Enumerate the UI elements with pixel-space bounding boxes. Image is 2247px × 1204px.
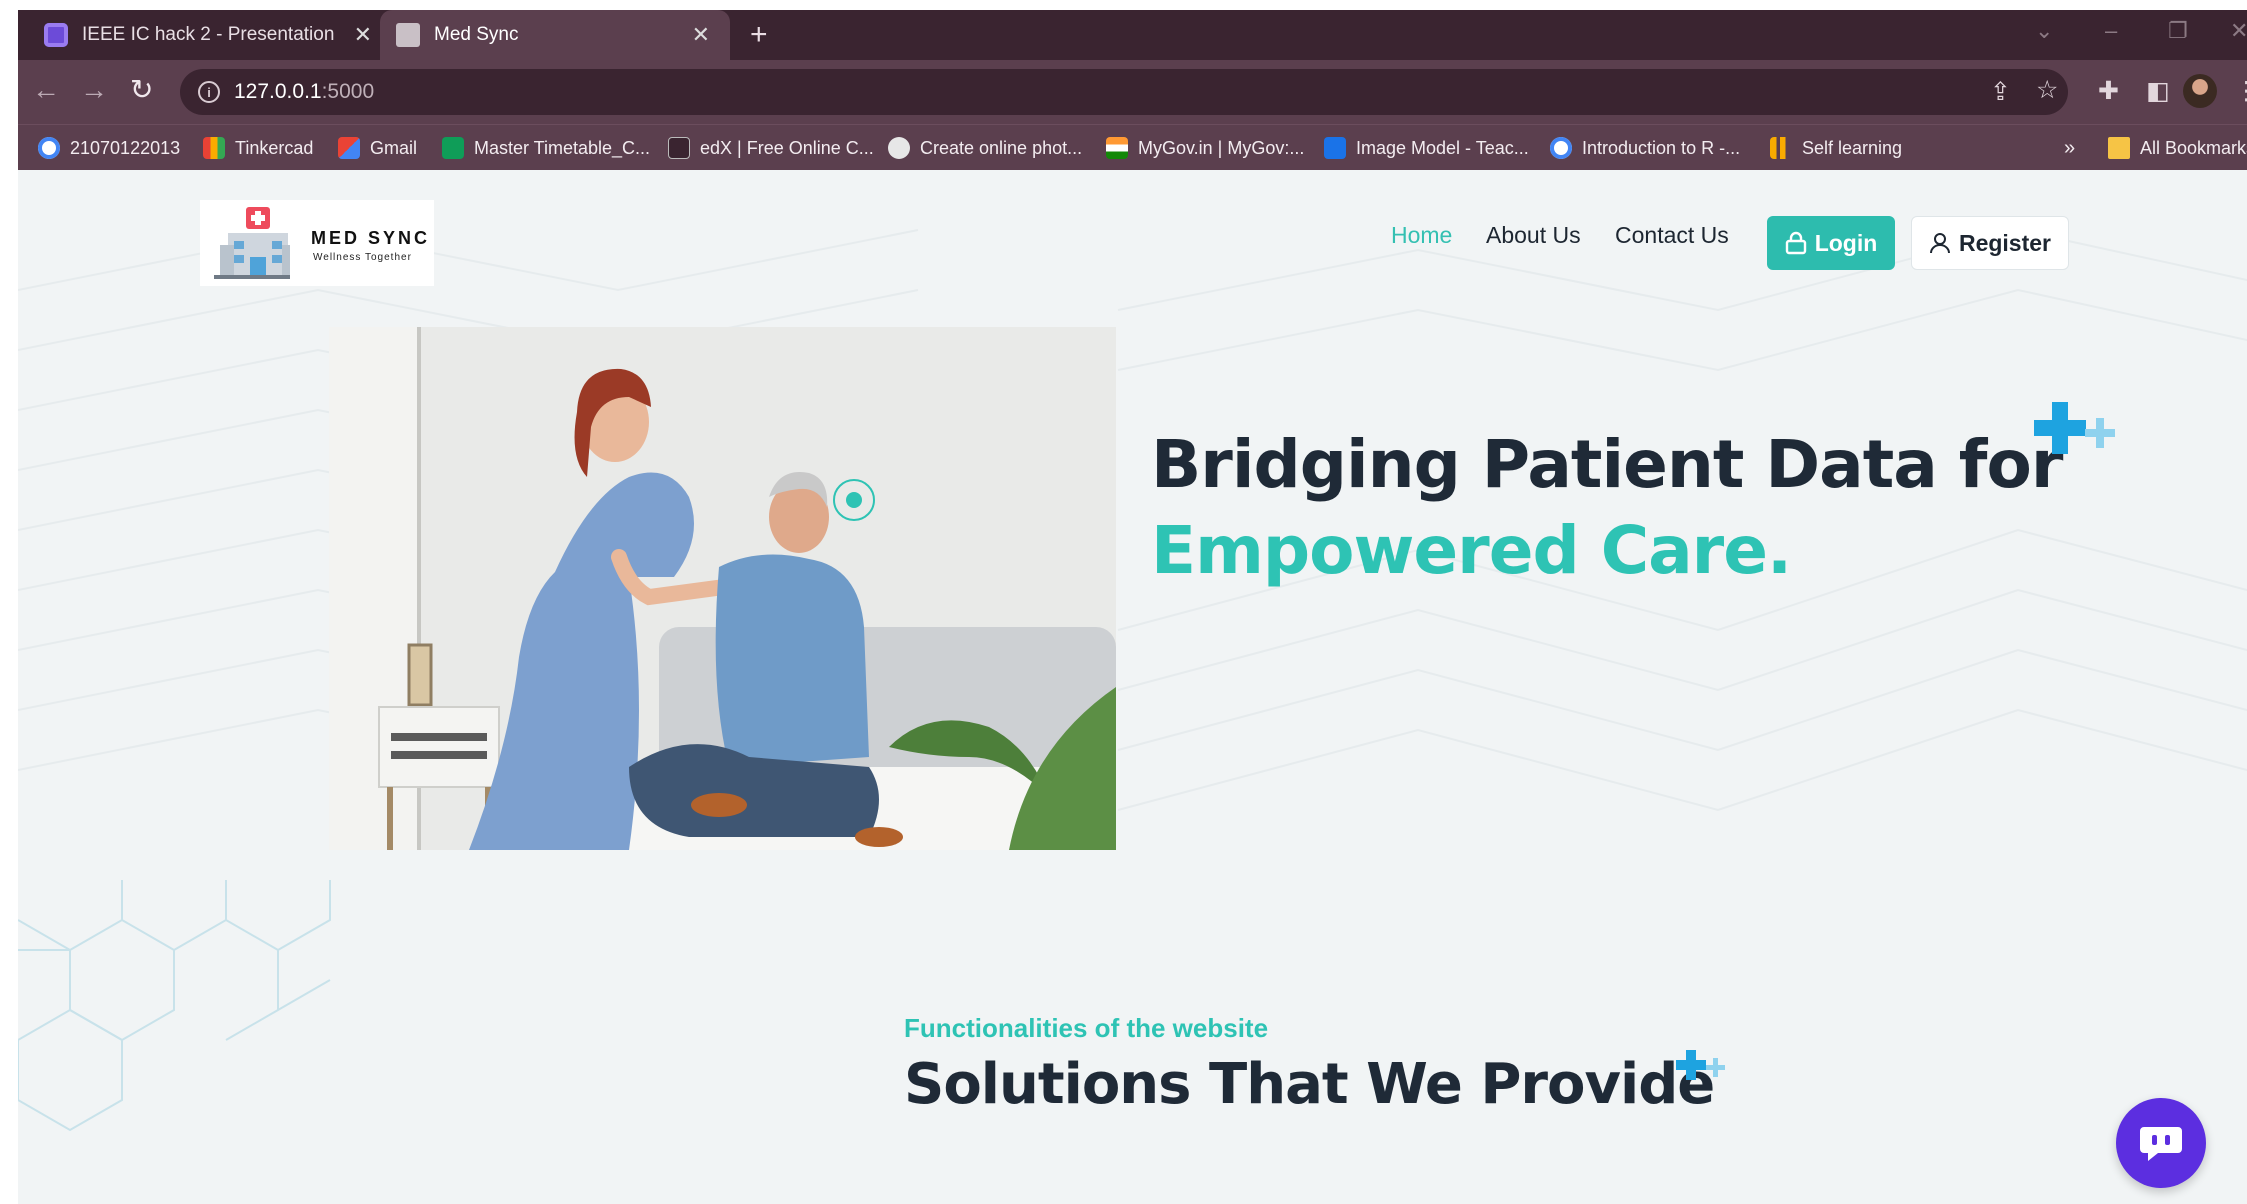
nav-contact-us[interactable]: Contact Us <box>1615 222 1729 249</box>
tab-title: IEEE IC hack 2 - Presentation <box>82 24 335 45</box>
address-bar[interactable]: i 127.0.0.1:5000 ⇪ ☆ <box>180 69 2068 115</box>
chat-widget-button[interactable] <box>2116 1098 2206 1188</box>
bookmark-item[interactable]: MyGov.in | MyGov:... <box>1106 125 1304 171</box>
side-panel-icon[interactable]: ◧ <box>2146 76 2170 106</box>
edx-icon <box>668 137 690 159</box>
chat-bubble-icon <box>2140 1127 2182 1161</box>
medical-plus-icon <box>2034 402 2115 454</box>
medical-plus-icon <box>1676 1050 1725 1080</box>
hero-line-2: Empowered Care. <box>1151 512 1792 589</box>
section-kicker: Functionalities of the website <box>904 1013 1269 1043</box>
bookmark-item[interactable]: Introduction to R -... <box>1550 125 1740 171</box>
mygov-icon <box>1106 137 1128 159</box>
new-tab-plus-icon[interactable]: + <box>750 20 768 50</box>
tinkercad-icon <box>203 137 225 159</box>
tab-med-sync[interactable]: Med Sync ✕ <box>380 10 730 60</box>
window-close-icon[interactable]: ✕ <box>2230 18 2247 44</box>
nav-home[interactable]: Home <box>1391 222 1452 249</box>
bookmark-item[interactable]: Image Model - Teac... <box>1324 125 1529 171</box>
tab-strip: IEEE IC hack 2 - Presentation ✕ Med Sync… <box>18 10 2247 60</box>
globe-icon <box>888 137 910 159</box>
tab-search-chevron-icon[interactable]: ⌄ <box>2035 18 2053 44</box>
close-icon[interactable]: ✕ <box>354 23 372 47</box>
user-icon <box>1929 233 1950 254</box>
bookmark-item[interactable]: Self learning <box>1770 125 1902 171</box>
back-arrow-icon[interactable]: ← <box>32 74 60 106</box>
share-icon[interactable]: ⇪ <box>1990 77 2011 107</box>
bookmark-item[interactable]: 21070122013 <box>38 125 180 171</box>
reload-icon[interactable]: ↻ <box>130 74 153 106</box>
lock-icon <box>1785 231 1806 255</box>
google-icon <box>1550 137 1572 159</box>
hero-line-1: Bridging Patient Data for <box>1151 426 2063 503</box>
register-button[interactable]: Register <box>1911 216 2069 270</box>
bookmark-item[interactable]: Create online phot... <box>888 125 1082 171</box>
bookmarks-overflow-button[interactable]: » <box>2064 125 2075 171</box>
page-viewport: MED SYNC Wellness Together Home About Us… <box>18 170 2247 1204</box>
close-icon[interactable]: ✕ <box>692 23 710 47</box>
hero-image-nurse-patient <box>329 327 1116 850</box>
tm-icon <box>1324 137 1346 159</box>
sheets-icon <box>442 137 464 159</box>
nav-about-us[interactable]: About Us <box>1486 222 1581 249</box>
site-info-icon[interactable]: i <box>198 81 220 103</box>
bookmark-item[interactable]: Gmail <box>338 125 417 171</box>
bookmark-item[interactable]: edX | Free Online C... <box>668 125 874 171</box>
tab-ieee-presentation[interactable]: IEEE IC hack 2 - Presentation ✕ <box>28 10 392 60</box>
presentation-favicon-icon <box>44 23 68 47</box>
hospital-favicon-icon <box>396 23 420 47</box>
gmail-icon <box>338 137 360 159</box>
bookmark-item[interactable]: Tinkercad <box>203 125 313 171</box>
all-bookmarks-button[interactable]: All Bookmarks <box>2108 125 2247 171</box>
bookmark-item[interactable]: Master Timetable_C... <box>442 125 650 171</box>
restore-icon[interactable]: ❐ <box>2168 18 2188 44</box>
login-button[interactable]: Login <box>1767 216 1895 270</box>
bars-icon <box>1770 137 1792 159</box>
tab-title: Med Sync <box>434 24 519 45</box>
logo-name: MED SYNC <box>311 228 431 248</box>
url-text: 127.0.0.1:5000 <box>234 80 375 103</box>
folder-icon <box>2108 137 2130 159</box>
forward-arrow-icon[interactable]: → <box>80 74 108 106</box>
hero-heading: Bridging Patient Data for Empowered Care… <box>1151 422 2063 594</box>
site-logo[interactable]: MED SYNC Wellness Together <box>200 200 434 286</box>
extensions-puzzle-icon[interactable]: ✚ <box>2098 76 2119 106</box>
minimize-icon[interactable]: – <box>2105 18 2117 44</box>
bookmarks-bar: 21070122013 Tinkercad Gmail Master Timet… <box>18 124 2247 170</box>
more-menu-icon[interactable]: ⋮ <box>2234 76 2247 106</box>
hospital-building-icon <box>214 207 290 279</box>
google-icon <box>38 137 60 159</box>
logo-tagline: Wellness Together <box>313 252 412 263</box>
section-title: Solutions That We Provide <box>904 1052 1715 1117</box>
bookmark-star-icon[interactable]: ☆ <box>2036 75 2058 105</box>
browser-toolbar: ← → ↻ i 127.0.0.1:5000 ⇪ ☆ ✚ ◧ ⋮ <box>18 60 2247 124</box>
hexagon-decoration <box>18 880 331 1132</box>
profile-avatar[interactable] <box>2183 74 2217 108</box>
